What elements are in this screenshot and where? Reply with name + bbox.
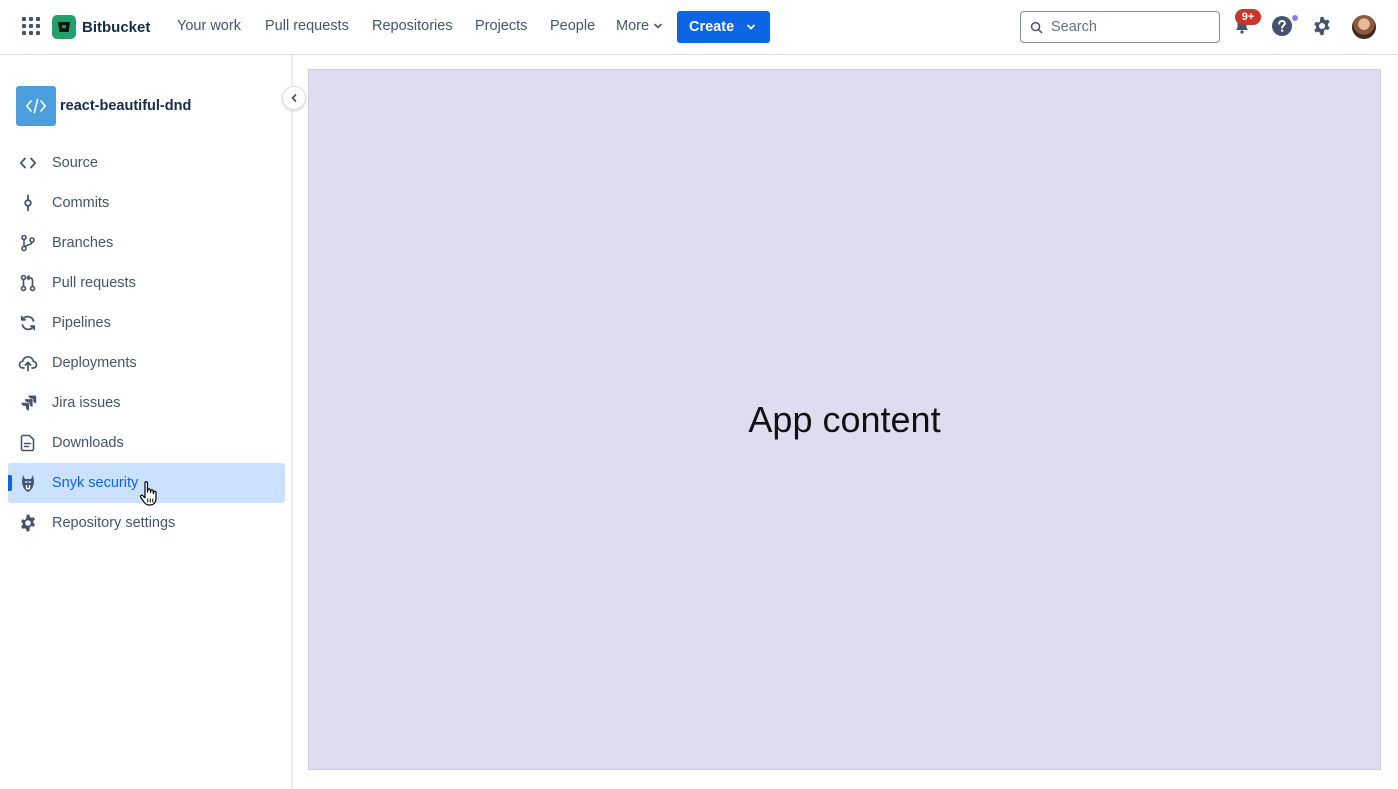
repo-header[interactable]: react-beautiful-dnd [16, 86, 191, 126]
top-navigation: Bitbucket Your work Pull requests Reposi… [0, 0, 1398, 55]
nav-people[interactable]: People [550, 18, 595, 34]
app-content-area: App content [308, 69, 1381, 770]
sidebar-item-branches[interactable]: Branches [8, 223, 285, 263]
notifications-badge: 9+ [1235, 9, 1261, 25]
sidebar-item-label: Pull requests [52, 275, 136, 291]
nav-repositories[interactable]: Repositories [372, 18, 453, 34]
nav-pull-requests[interactable]: Pull requests [265, 18, 349, 34]
search-icon [1030, 21, 1043, 33]
sidebar-item-label: Snyk security [52, 475, 139, 491]
cloud-upload-icon [8, 354, 48, 372]
bitbucket-logo-icon [52, 15, 76, 39]
app-switcher-icon[interactable] [18, 14, 44, 40]
sidebar-item-deployments[interactable]: Deployments [8, 343, 285, 383]
help-icon [1272, 16, 1292, 36]
nav-projects[interactable]: Projects [475, 18, 527, 34]
code-icon [8, 154, 48, 172]
repo-code-icon [16, 86, 56, 126]
chevron-left-icon [291, 94, 297, 102]
create-button[interactable]: Create [677, 11, 770, 43]
gear-icon [8, 513, 48, 533]
sidebar-item-repository-settings[interactable]: Repository settings [8, 503, 285, 543]
chevron-down-icon [654, 23, 662, 29]
nav-more[interactable]: More [616, 18, 663, 34]
create-button-label: Create [689, 19, 735, 35]
pipelines-icon [8, 314, 48, 332]
gear-icon [1314, 16, 1330, 36]
sidebar-item-source[interactable]: Source [8, 143, 285, 183]
help-indicator-dot [1291, 14, 1299, 22]
pull-request-icon [8, 274, 48, 292]
sidebar-item-label: Commits [52, 195, 110, 211]
user-avatar[interactable] [1352, 15, 1376, 39]
sidebar-item-label: Source [52, 155, 98, 171]
repository-sidebar: react-beautiful-dnd Source Commits Branc… [0, 55, 293, 789]
sidebar-item-label: Pipelines [52, 315, 111, 331]
sidebar-item-commits[interactable]: Commits [8, 183, 285, 223]
jira-icon [8, 394, 48, 412]
document-icon [8, 434, 48, 452]
settings-button[interactable] [1310, 14, 1334, 38]
repo-name: react-beautiful-dnd [60, 98, 192, 114]
sidebar-item-label: Downloads [52, 435, 124, 451]
sidebar-item-pipelines[interactable]: Pipelines [8, 303, 285, 343]
sidebar-item-label: Deployments [52, 355, 137, 371]
sidebar-item-pull-requests[interactable]: Pull requests [8, 263, 285, 303]
sidebar-item-label: Jira issues [52, 395, 121, 411]
nav-your-work[interactable]: Your work [177, 18, 241, 34]
bitbucket-logo[interactable]: Bitbucket [52, 15, 150, 39]
search-box[interactable] [1020, 11, 1220, 43]
nav-more-label: More [616, 18, 650, 34]
sidebar-item-label: Repository settings [52, 515, 176, 531]
sidebar-item-label: Branches [52, 235, 114, 251]
brand-name: Bitbucket [82, 18, 151, 36]
commit-icon [8, 194, 48, 212]
sidebar-item-jira-issues[interactable]: Jira issues [8, 383, 285, 423]
chevron-down-icon [747, 24, 756, 30]
snyk-icon [8, 473, 48, 493]
search-input[interactable] [1051, 19, 1211, 35]
app-content-placeholder: App content [748, 398, 941, 440]
sidebar-item-snyk-security[interactable]: Snyk security [8, 463, 285, 503]
collapse-sidebar-button[interactable] [282, 86, 306, 110]
sidebar-item-downloads[interactable]: Downloads [8, 423, 285, 463]
branch-icon [8, 234, 48, 252]
